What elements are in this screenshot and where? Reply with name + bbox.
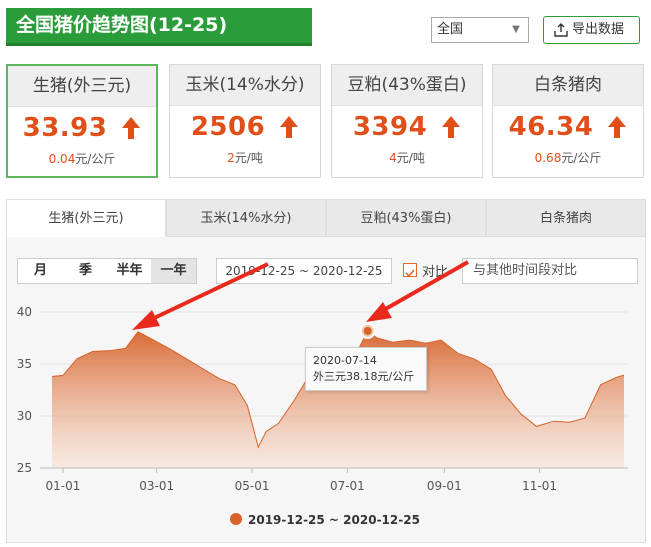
chart-legend[interactable]: 2019-12-25 ~ 2020-12-25	[230, 513, 420, 527]
y-tick-label: 40	[17, 305, 32, 319]
x-tick-label: 01-01	[46, 479, 81, 493]
price-trend-chart: 25 30 35 40 01-01 03-01 05-01 07-01 09-01 11-01	[17, 305, 628, 493]
x-tick-label: 09-01	[427, 479, 462, 493]
x-tick-label: 05-01	[235, 479, 270, 493]
legend-label: 2019-12-25 ~ 2020-12-25	[248, 513, 420, 527]
x-tick-label: 07-01	[330, 479, 365, 493]
x-tick-label: 11-01	[522, 479, 557, 493]
chart-tooltip: 2020-07-14 外三元38.18元/公斤	[305, 347, 427, 391]
x-tick-label: 03-01	[139, 479, 174, 493]
hover-point	[363, 326, 372, 335]
tooltip-date: 2020-07-14	[313, 354, 377, 367]
legend-swatch	[230, 513, 242, 525]
y-tick-label: 30	[17, 409, 32, 423]
tooltip-value: 外三元38.18元/公斤	[313, 370, 415, 383]
y-tick-label: 35	[17, 357, 32, 371]
y-tick-label: 25	[17, 461, 32, 475]
